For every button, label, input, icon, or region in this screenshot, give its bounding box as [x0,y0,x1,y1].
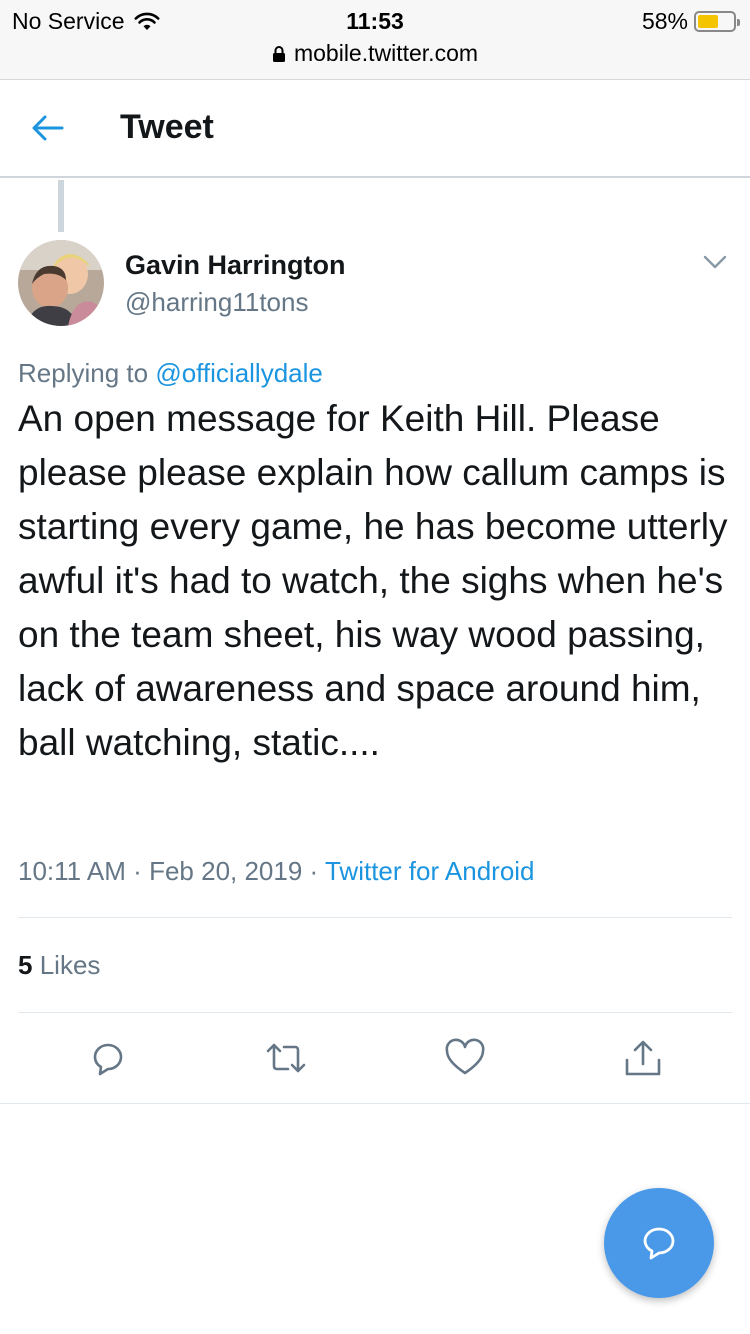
meta-separator: · [309,856,319,886]
like-button[interactable] [443,1036,487,1080]
battery-icon [694,11,740,32]
divider [18,1012,732,1013]
retweet-button[interactable] [264,1036,308,1080]
tweet-date: Feb 20, 2019 [149,856,303,886]
replying-to: Replying to @officiallydale [18,358,323,389]
avatar[interactable] [18,240,104,326]
url-bar[interactable]: mobile.twitter.com [0,40,750,67]
share-icon [625,1040,661,1076]
avatar-image [18,240,104,326]
divider [0,1103,750,1104]
url-text[interactable]: mobile.twitter.com [294,40,478,67]
status-bar: No Service 11:53 58% mobile.twitter.com [0,0,750,80]
reply-button[interactable] [86,1036,130,1080]
meta-separator: · [133,856,142,886]
thread-connector [58,180,64,232]
likes-count[interactable]: 5 Likes [18,950,100,981]
tweet-source-link[interactable]: Twitter for Android [325,856,535,886]
likes-number: 5 [18,950,33,980]
chevron-down-icon [703,255,727,269]
tweet-time: 10:11 AM [18,856,126,886]
tweet-meta: 10:11 AM · Feb 20, 2019 · Twitter for An… [18,856,535,887]
share-button[interactable] [621,1036,665,1080]
page-header: Tweet [0,80,750,178]
back-button[interactable] [30,110,70,146]
compose-button[interactable] [604,1188,714,1298]
retweet-icon [266,1043,306,1073]
likes-label: Likes [39,950,101,980]
replying-prefix: Replying to [18,358,149,388]
author-name[interactable]: Gavin Harrington [125,250,346,281]
replying-to-link[interactable]: @officiallydale [155,358,323,388]
tweet-actions [0,1036,750,1086]
more-options-button[interactable] [700,250,730,274]
battery-area: 58% [641,8,740,35]
battery-percent: 58% [641,8,688,34]
lock-icon [272,45,285,62]
author-handle[interactable]: @harring11tons [125,287,308,318]
reply-icon [93,1043,123,1076]
like-icon [445,1038,485,1075]
battery-level [698,15,718,28]
tweet-text: An open message for Keith Hill. Please p… [18,398,728,763]
page-title: Tweet [120,108,214,146]
back-arrow-icon [32,115,64,141]
compose-icon [643,1227,675,1260]
divider [18,917,732,918]
clock: 11:53 [346,8,404,34]
